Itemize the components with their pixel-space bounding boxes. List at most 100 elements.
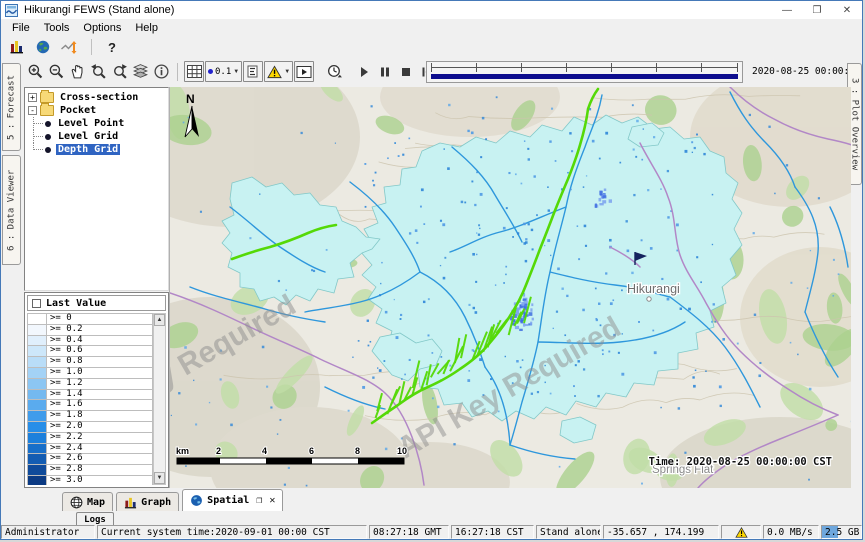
label-tool-icon[interactable]: [243, 61, 263, 82]
status-warning-cell[interactable]: [721, 525, 761, 539]
legend-row[interactable]: >= 2.6: [27, 453, 153, 464]
toolbar-separator: [91, 39, 92, 55]
tree-item-label: Cross-section: [58, 92, 140, 103]
town-label: Hikurangi: [627, 282, 680, 296]
svg-text:N: N: [186, 92, 195, 106]
chevron-down-icon: ▼: [284, 69, 290, 75]
timeline-tick: [656, 63, 657, 72]
status-gmt-time: 08:27:18 GMT: [369, 525, 449, 539]
time-slider-range-bar[interactable]: [431, 74, 738, 79]
status-memory: 2.5 GB: [821, 525, 862, 539]
stop-icon[interactable]: [396, 61, 416, 82]
app-window: Hikurangi FEWS (Stand alone) — ❐ ✕ FileT…: [0, 0, 863, 540]
menu-options[interactable]: Options: [76, 21, 128, 35]
globe-icon: [190, 494, 203, 507]
tab-graph[interactable]: Graph: [116, 492, 179, 511]
layers-icon[interactable]: [130, 61, 150, 82]
zoom-in-icon[interactable]: [25, 61, 45, 82]
zoom-previous-icon[interactable]: [88, 61, 108, 82]
tree-item-pocket[interactable]: -Pocket: [25, 104, 168, 117]
tree-item-label: Level Grid: [56, 131, 120, 142]
animation-clock-icon[interactable]: [324, 61, 344, 82]
play-icon[interactable]: [354, 61, 374, 82]
spatial-display-icon[interactable]: [59, 37, 79, 58]
legend-row[interactable]: >= 2.2: [27, 432, 153, 443]
legend-row[interactable]: >= 1.0: [27, 367, 153, 378]
legend-color-swatch: [27, 475, 47, 485]
legend-row[interactable]: >= 2.4: [27, 443, 153, 454]
zoom-out-icon[interactable]: [46, 61, 66, 82]
tab-data-viewer[interactable]: 6 : Data Viewer: [2, 155, 21, 265]
last-value-checkbox-row[interactable]: Last Value: [27, 295, 166, 311]
grid-display-icon[interactable]: [184, 61, 204, 82]
pan-hand-icon[interactable]: [67, 61, 87, 82]
svg-text:4: 4: [262, 446, 267, 456]
legend-scrollbar[interactable]: ▲ ▼: [153, 313, 166, 485]
legend-row[interactable]: >= 1.8: [27, 410, 153, 421]
warning-triangle-icon: [267, 65, 282, 79]
menu-file[interactable]: File: [5, 21, 37, 35]
window-title: Hikurangi FEWS (Stand alone): [24, 4, 174, 16]
scroll-down-icon[interactable]: ▼: [154, 472, 165, 484]
legend-row[interactable]: >= 1.4: [27, 389, 153, 400]
menu-tools[interactable]: Tools: [37, 21, 77, 35]
legend-row[interactable]: >= 3.0: [27, 475, 153, 485]
tab-spatial[interactable]: Spatial ❐ ✕: [182, 489, 283, 511]
contour-dot-icon: [208, 69, 213, 74]
status-coordinates: -35.657 , 174.199: [603, 525, 719, 539]
bar-chart-icon: [124, 496, 137, 509]
chevron-down-icon: ▼: [233, 69, 239, 75]
tab-maximize-icon[interactable]: ❐: [256, 495, 262, 506]
map-display-globe-icon[interactable]: [33, 37, 53, 58]
minimize-button[interactable]: —: [772, 1, 802, 19]
timeline-tick: [611, 63, 612, 72]
tree-expander-icon[interactable]: -: [28, 106, 37, 115]
tree-expander-icon[interactable]: +: [28, 93, 37, 102]
legend-row[interactable]: >= 0.6: [27, 345, 153, 356]
node-bullet-icon: [45, 121, 51, 127]
town-dot: [647, 297, 651, 301]
scroll-up-icon[interactable]: ▲: [154, 314, 165, 326]
database-viewer-icon[interactable]: [7, 37, 27, 58]
tab-close-icon[interactable]: ✕: [269, 495, 275, 506]
status-mode: Stand alone: [536, 525, 601, 539]
legend-row[interactable]: >= 0.8: [27, 356, 153, 367]
tab-spatial-label: Spatial: [207, 495, 249, 506]
legend-row[interactable]: >= 0.4: [27, 335, 153, 346]
timeline-tick: [701, 63, 702, 72]
tree-item-level-grid[interactable]: Level Grid: [25, 130, 168, 143]
globe-wireframe-icon: [70, 496, 83, 509]
legend-panel: Last Value >= 0>= 0.2>= 0.4>= 0.6>= 0.8>…: [24, 292, 169, 488]
legend-row[interactable]: >= 2.8: [27, 464, 153, 475]
legend-row[interactable]: >= 1.6: [27, 399, 153, 410]
menu-help[interactable]: Help: [128, 21, 165, 35]
legend-row[interactable]: >= 2.0: [27, 421, 153, 432]
movie-player-icon[interactable]: [294, 61, 314, 82]
last-value-checkbox[interactable]: [32, 299, 41, 308]
contour-interval-dropdown[interactable]: 0.1 ▼: [205, 61, 242, 82]
help-icon[interactable]: ?: [104, 40, 120, 55]
status-bar: Administrator Current system time:2020-0…: [1, 525, 862, 539]
tree-item-level-point[interactable]: Level Point: [25, 117, 168, 130]
legend-row[interactable]: >= 0: [27, 313, 153, 324]
threshold-warning-dropdown[interactable]: ▼: [264, 61, 293, 82]
zoom-next-icon[interactable]: [109, 61, 129, 82]
legend-row[interactable]: >= 1.2: [27, 378, 153, 389]
map-canvas[interactable]: API Key Required API Key Required Hikura…: [169, 87, 851, 488]
maximize-button[interactable]: ❐: [802, 1, 832, 19]
status-user: Administrator: [1, 525, 95, 539]
tab-graph-label: Graph: [141, 497, 171, 508]
tab-forecast[interactable]: 5 : Forecast: [2, 63, 21, 151]
display-tab-bar: Map Graph Spatial ❐ ✕: [24, 489, 862, 511]
timeline-tick: [566, 63, 567, 72]
tree-item-depth-grid[interactable]: Depth Grid: [25, 143, 168, 156]
close-button[interactable]: ✕: [832, 1, 862, 19]
info-icon[interactable]: [151, 61, 171, 82]
legend-row[interactable]: >= 0.2: [27, 324, 153, 335]
status-download-rate: 0.0 MB/s: [763, 525, 819, 539]
legend-row-label: >= 3.0: [46, 475, 153, 485]
time-slider[interactable]: [426, 61, 743, 83]
layer-tree-panel: + Cross-section-PocketLevel PointLevel Gr…: [24, 87, 169, 291]
tab-map[interactable]: Map: [62, 492, 113, 511]
pause-icon[interactable]: [375, 61, 395, 82]
